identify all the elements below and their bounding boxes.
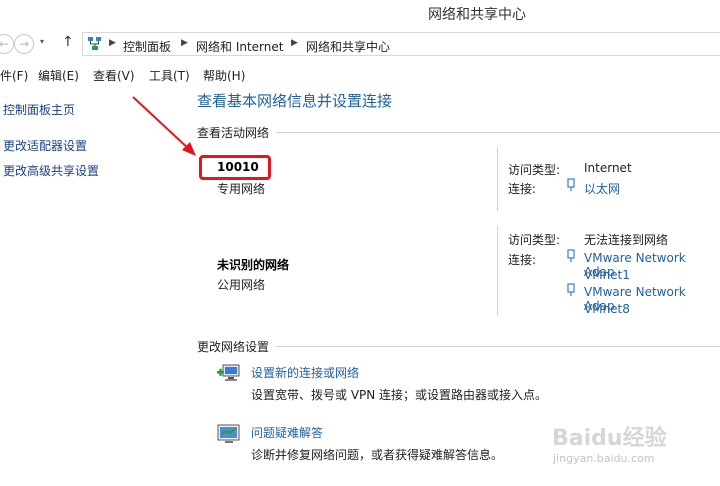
network-divider bbox=[497, 147, 498, 211]
access-type-value: Internet bbox=[584, 161, 632, 175]
highlight-box bbox=[199, 155, 271, 180]
change-network-settings-label: 更改网络设置 bbox=[197, 340, 270, 354]
section-divider bbox=[276, 346, 720, 347]
page-title: 查看基本网络信息并设置连接 bbox=[197, 92, 393, 110]
access-type-label: 访问类型: bbox=[508, 233, 561, 247]
ethernet-icon bbox=[567, 178, 575, 191]
troubleshoot-description: 诊断并修复网络问题，或者获得疑难解答信息。 bbox=[251, 448, 504, 462]
vmnet8-connection-name[interactable]: VMnet8 bbox=[584, 302, 630, 316]
access-type-value: 无法连接到网络 bbox=[584, 233, 669, 247]
network-center-icon bbox=[88, 37, 101, 50]
connections-label: 连接: bbox=[508, 182, 537, 196]
breadcrumb-separator-icon[interactable]: ▶ bbox=[181, 38, 188, 48]
ethernet-connection-link[interactable]: 以太网 bbox=[584, 180, 620, 197]
menu-edit[interactable]: 编辑(E) bbox=[38, 67, 79, 84]
menu-tools[interactable]: 工具(T) bbox=[149, 67, 190, 84]
breadcrumb-control-panel[interactable]: 控制面板 bbox=[123, 38, 171, 55]
network-name: 未识别的网络 bbox=[217, 258, 290, 272]
menu-help[interactable]: 帮助(H) bbox=[203, 67, 245, 84]
ethernet-icon bbox=[567, 249, 575, 262]
back-icon[interactable]: ← bbox=[0, 34, 14, 54]
change-adapter-settings-link[interactable]: 更改适配器设置 bbox=[3, 137, 87, 154]
up-arrow-icon[interactable]: ↑ bbox=[62, 34, 74, 50]
title-bar: 网络和共享中心 bbox=[0, 0, 720, 28]
forward-icon[interactable]: → bbox=[14, 34, 34, 54]
troubleshoot-icon bbox=[217, 424, 240, 443]
access-type-label: 访问类型: bbox=[508, 163, 561, 177]
setup-new-connection-link[interactable]: 设置新的连接或网络 bbox=[251, 364, 359, 381]
breadcrumb-separator-icon[interactable]: ▶ bbox=[291, 38, 298, 48]
address-row: ← → ▾ ↑ ▶ 控制面板 ▶ 网络和 Internet ▶ 网络和共享中心 bbox=[0, 30, 720, 58]
network-type[interactable]: 公用网络 bbox=[217, 276, 265, 293]
breadcrumb-network-internet[interactable]: 网络和 Internet bbox=[196, 38, 283, 55]
setup-new-connection-description: 设置宽带、拨号或 VPN 连接；或设置路由器或接入点。 bbox=[251, 388, 548, 402]
menu-view[interactable]: 查看(V) bbox=[93, 67, 135, 84]
change-advanced-sharing-link[interactable]: 更改高级共享设置 bbox=[3, 162, 99, 179]
baidu-watermark-url: jingyan.baidu.com bbox=[553, 452, 655, 465]
baidu-watermark: Baidu经验 bbox=[552, 426, 667, 451]
active-networks-label: 查看活动网络 bbox=[197, 126, 270, 140]
network-type[interactable]: 专用网络 bbox=[217, 180, 265, 197]
connections-label: 连接: bbox=[508, 253, 537, 267]
annotation-arrow bbox=[132, 96, 196, 156]
ethernet-icon bbox=[567, 283, 575, 296]
section-divider bbox=[276, 132, 720, 133]
vmnet1-connection-name[interactable]: VMnet1 bbox=[584, 268, 630, 282]
address-bar[interactable]: ▶ 控制面板 ▶ 网络和 Internet ▶ 网络和共享中心 bbox=[82, 32, 720, 56]
breadcrumb-network-sharing-center[interactable]: 网络和共享中心 bbox=[306, 38, 390, 55]
control-panel-home-link[interactable]: 控制面板主页 bbox=[3, 101, 75, 118]
window-title: 网络和共享中心 bbox=[428, 7, 526, 23]
breadcrumb-separator-icon: ▶ bbox=[109, 38, 116, 48]
recent-pages-chevron-icon[interactable]: ▾ bbox=[40, 37, 44, 46]
new-connection-icon bbox=[217, 364, 240, 381]
menu-file[interactable]: 件(F) bbox=[0, 67, 28, 84]
troubleshoot-link[interactable]: 问题疑难解答 bbox=[251, 424, 323, 441]
network-divider bbox=[497, 226, 498, 316]
menu-bar: 件(F) 编辑(E) 查看(V) 工具(T) 帮助(H) bbox=[0, 64, 720, 84]
